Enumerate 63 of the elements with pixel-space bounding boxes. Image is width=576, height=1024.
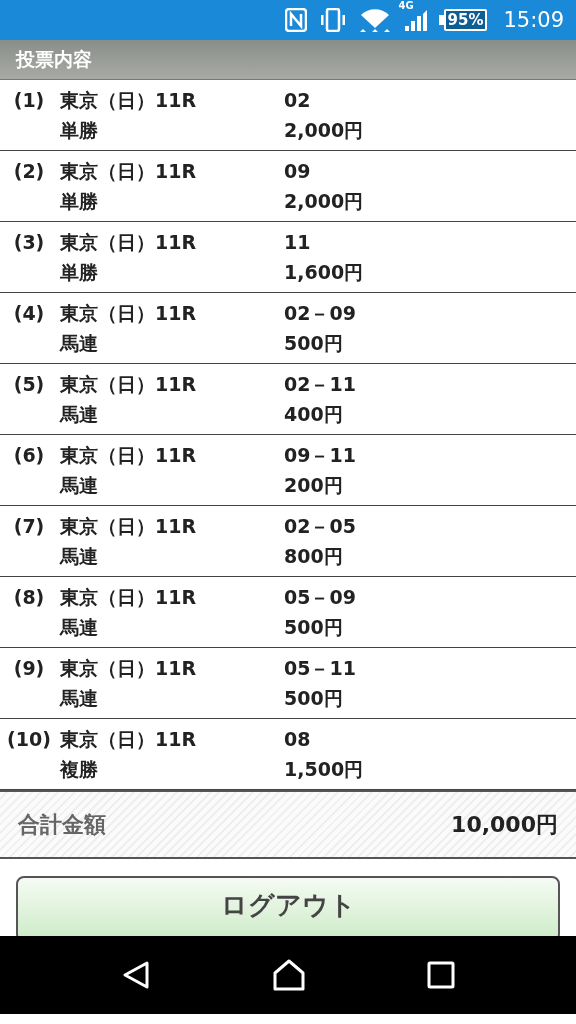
bet-amount: 800円 xyxy=(284,544,344,569)
bet-amount: 500円 xyxy=(284,331,344,356)
race-name: 東京（日）11R xyxy=(60,443,198,468)
bet-type: 馬連 xyxy=(60,544,99,569)
race-name: 東京（日）11R xyxy=(60,159,198,184)
horse-numbers: 05－11 xyxy=(284,656,357,681)
bet-type: 馬連 xyxy=(60,473,99,498)
race-name: 東京（日）11R xyxy=(60,585,198,610)
bet-number: (1) xyxy=(12,88,46,113)
bet-number: (3) xyxy=(12,230,46,255)
section-title: 投票内容 xyxy=(16,46,92,72)
bet-number: (9) xyxy=(12,656,46,681)
total-label: 合計金額 xyxy=(18,810,106,839)
wifi-icon xyxy=(358,8,391,32)
bet-type: 馬連 xyxy=(60,686,99,711)
home-icon[interactable] xyxy=(272,958,306,992)
bet-type: 単勝 xyxy=(60,118,99,143)
bet-amount: 1,600円 xyxy=(284,260,365,285)
race-name: 東京（日）11R xyxy=(60,514,198,539)
horse-numbers: 09 xyxy=(284,159,312,184)
horse-numbers: 02－05 xyxy=(284,514,357,539)
bet-amount: 200円 xyxy=(284,473,344,498)
horse-numbers: 09－11 xyxy=(284,443,357,468)
bet-type: 馬連 xyxy=(60,402,99,427)
back-icon[interactable] xyxy=(120,960,151,990)
bet-amount: 500円 xyxy=(284,686,344,711)
race-name: 東京（日）11R xyxy=(60,656,198,681)
bet-amount: 400円 xyxy=(284,402,344,427)
horse-numbers: 08 xyxy=(284,727,312,752)
signal-icon xyxy=(402,9,427,31)
nfc-icon xyxy=(284,8,307,32)
bet-number: (5) xyxy=(12,372,46,397)
horse-numbers: 02－09 xyxy=(284,301,357,326)
bet-number: (6) xyxy=(12,443,46,468)
bet-type: 複勝 xyxy=(60,757,99,782)
race-name: 東京（日）11R xyxy=(60,230,198,255)
horse-numbers: 05－09 xyxy=(284,585,357,610)
horse-numbers: 02 xyxy=(284,88,312,113)
race-name: 東京（日）11R xyxy=(60,727,198,752)
race-name: 東京（日）11R xyxy=(60,88,198,113)
horse-numbers: 11 xyxy=(284,230,312,255)
bet-type: 馬連 xyxy=(60,615,99,640)
race-name: 東京（日）11R xyxy=(60,301,198,326)
total-amount: 10,000円 xyxy=(451,810,558,839)
bet-type: 単勝 xyxy=(60,260,99,285)
network-label: 4G xyxy=(398,1,414,11)
recent-apps-icon[interactable] xyxy=(427,961,456,989)
bet-type: 単勝 xyxy=(60,189,99,214)
bet-amount: 2,000円 xyxy=(284,118,365,143)
bet-type: 馬連 xyxy=(60,331,99,356)
bet-number: (4) xyxy=(12,301,46,326)
vibrate-icon xyxy=(318,8,347,32)
clock: 15:09 xyxy=(503,8,564,32)
bet-amount: 500円 xyxy=(284,615,344,640)
bet-amount: 1,500円 xyxy=(284,757,365,782)
bet-number: (8) xyxy=(12,585,46,610)
race-name: 東京（日）11R xyxy=(60,372,198,397)
bet-number: (7) xyxy=(12,514,46,539)
horse-numbers: 02－11 xyxy=(284,372,357,397)
bet-number: (2) xyxy=(12,159,46,184)
bet-number: (10) xyxy=(6,727,52,752)
bet-amount: 2,000円 xyxy=(284,189,365,214)
logout-button[interactable]: ログアウト xyxy=(16,876,560,936)
